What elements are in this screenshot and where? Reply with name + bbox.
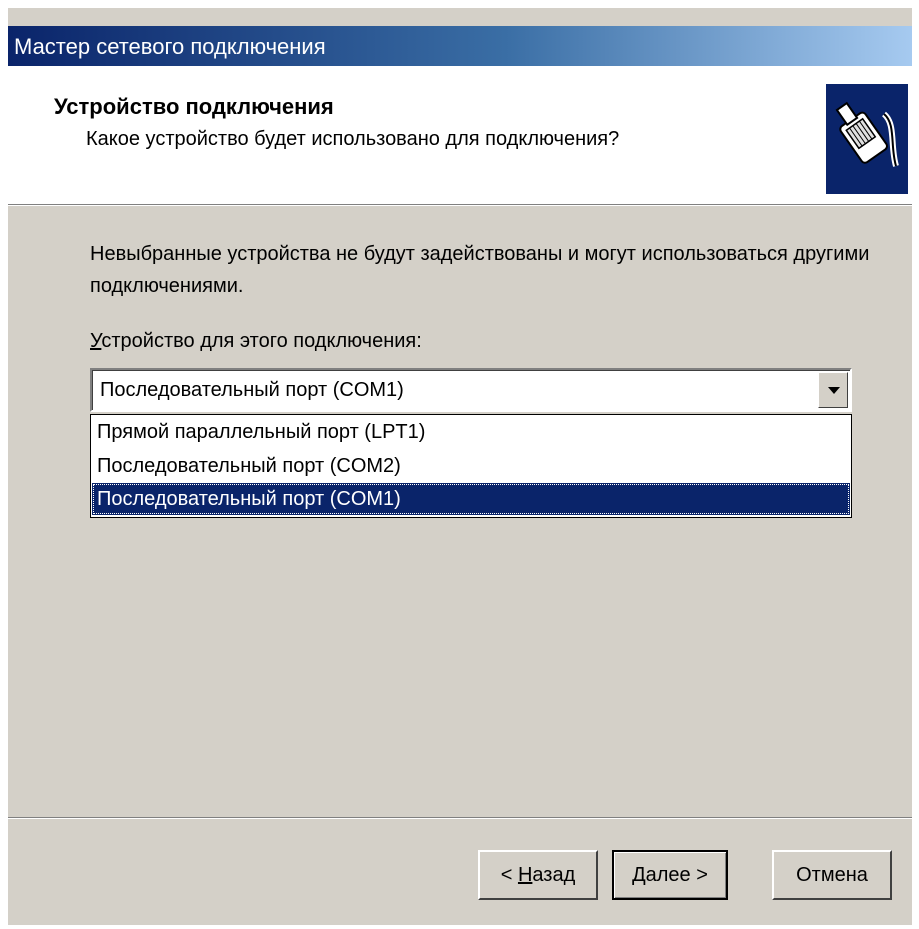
- footer-separator: [8, 817, 912, 819]
- cancel-button[interactable]: Отмена: [772, 850, 892, 900]
- dropdown-option-com1[interactable]: Последовательный порт (COM1): [92, 483, 850, 515]
- device-label-access-key: У: [90, 330, 102, 352]
- network-cable-plug-icon: [826, 84, 908, 194]
- header-separator: [8, 204, 912, 206]
- device-label-text: стройство для этого подключения:: [101, 330, 422, 352]
- window-title: Мастер сетевого подключения: [14, 34, 326, 59]
- dropdown-arrow-button[interactable]: [818, 372, 848, 408]
- wizard-header: Устройство подключения Какое устройство …: [8, 66, 912, 204]
- next-button[interactable]: Далее >: [612, 850, 728, 900]
- page-subtitle: Какое устройство будет использовано для …: [86, 128, 620, 150]
- chevron-down-icon: [828, 387, 840, 394]
- back-button-label: азад: [532, 864, 576, 886]
- device-dropdown-list: Прямой параллельный порт (LPT1) Последов…: [90, 414, 852, 518]
- back-button[interactable]: < Назад: [478, 850, 598, 900]
- device-combobox-value: Последовательный порт (COM1): [100, 379, 404, 401]
- device-label: Устройство для этого подключения:: [90, 330, 422, 353]
- info-text: Невыбранные устройства не будут задейств…: [90, 243, 870, 297]
- title-bar[interactable]: Мастер сетевого подключения: [8, 26, 912, 66]
- dropdown-option-com2[interactable]: Последовательный порт (COM2): [92, 450, 850, 482]
- wizard-window: Мастер сетевого подключения Устройство п…: [8, 8, 912, 925]
- dropdown-option-lpt1[interactable]: Прямой параллельный порт (LPT1): [92, 416, 850, 448]
- back-button-prefix: <: [500, 864, 518, 886]
- back-button-access-key: Н: [517, 864, 533, 886]
- page-title: Устройство подключения: [54, 94, 334, 119]
- device-combobox[interactable]: Последовательный порт (COM1): [90, 368, 852, 412]
